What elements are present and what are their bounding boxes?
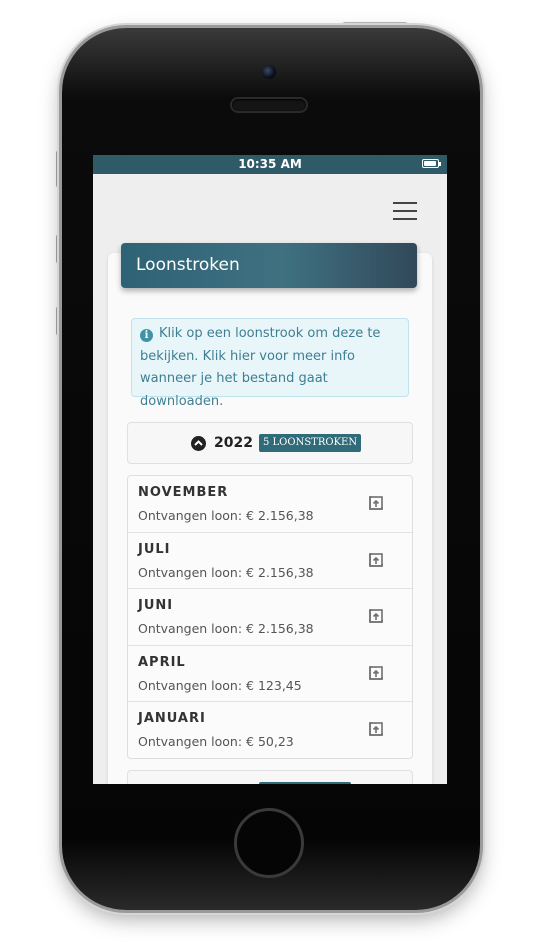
status-bar: 10:35 AM [93, 155, 447, 174]
payslips-card: Loonstroken i Klik op een loonstrook om d… [108, 243, 432, 784]
payslip-row[interactable]: NOVEMBER Ontvangen loon: € 2.156,38 [128, 476, 412, 532]
payslip-month: APRIL [138, 654, 186, 670]
payslip-salary: Ontvangen loon: € 123,45 [138, 677, 302, 693]
payslip-month: NOVEMBER [138, 485, 229, 500]
payslip-list: NOVEMBER Ontvangen loon: € 2.156,38 JULI On… [127, 475, 413, 759]
payslip-row[interactable]: JUNI Ontvangen loon: € 2.156,38 [128, 588, 412, 645]
info-circle-icon: i [140, 329, 153, 342]
hamburger-menu-icon[interactable] [393, 202, 417, 220]
payslip-month: JUNI [138, 598, 174, 614]
payslip-row[interactable]: APRIL Ontvangen loon: € 123,45 [128, 644, 412, 702]
year-group-toggle[interactable]: 2022 5 LOONSTROKEN [127, 422, 413, 464]
app-screen: 10:35 AM Loonstroken i Klik op een loonst… [93, 155, 447, 784]
open-external-icon[interactable] [367, 720, 385, 738]
chevron-up-circle-icon [191, 436, 206, 451]
next-year-badge [259, 782, 351, 784]
front-camera [262, 65, 276, 79]
info-text: Klik op een loonstrook om deze te bekijk… [140, 326, 381, 409]
open-external-icon[interactable] [367, 551, 385, 569]
payslip-row[interactable]: JULI Ontvangen loon: € 2.156,38 [128, 531, 412, 589]
payslip-row[interactable]: JANUARI Ontvangen loon: € 50,23 [128, 701, 412, 758]
battery-icon [422, 159, 441, 168]
app-bar [93, 174, 447, 248]
payslip-month: JULI [138, 541, 171, 557]
open-external-icon[interactable] [367, 494, 385, 512]
payslip-count-badge: 5 LOONSTROKEN [259, 434, 362, 452]
open-external-icon[interactable] [367, 607, 385, 625]
payslip-salary: Ontvangen loon: € 2.156,38 [138, 508, 314, 523]
payslip-month: JANUARI [138, 711, 206, 727]
payslip-salary: Ontvangen loon: € 2.156,38 [138, 564, 314, 580]
payslip-salary: Ontvangen loon: € 50,23 [138, 734, 294, 750]
earpiece-speaker [232, 99, 306, 111]
home-button[interactable] [234, 808, 304, 878]
payslip-salary: Ontvangen loon: € 2.156,38 [138, 621, 314, 637]
open-external-icon[interactable] [367, 664, 385, 682]
status-time: 10:35 AM [238, 157, 302, 171]
battery-level [424, 161, 436, 166]
year-label: 2022 [214, 435, 253, 451]
card-title: Loonstroken [121, 243, 417, 288]
next-year-group[interactable] [127, 770, 413, 784]
info-alert[interactable]: i Klik op een loonstrook om deze te bekij… [131, 318, 409, 409]
